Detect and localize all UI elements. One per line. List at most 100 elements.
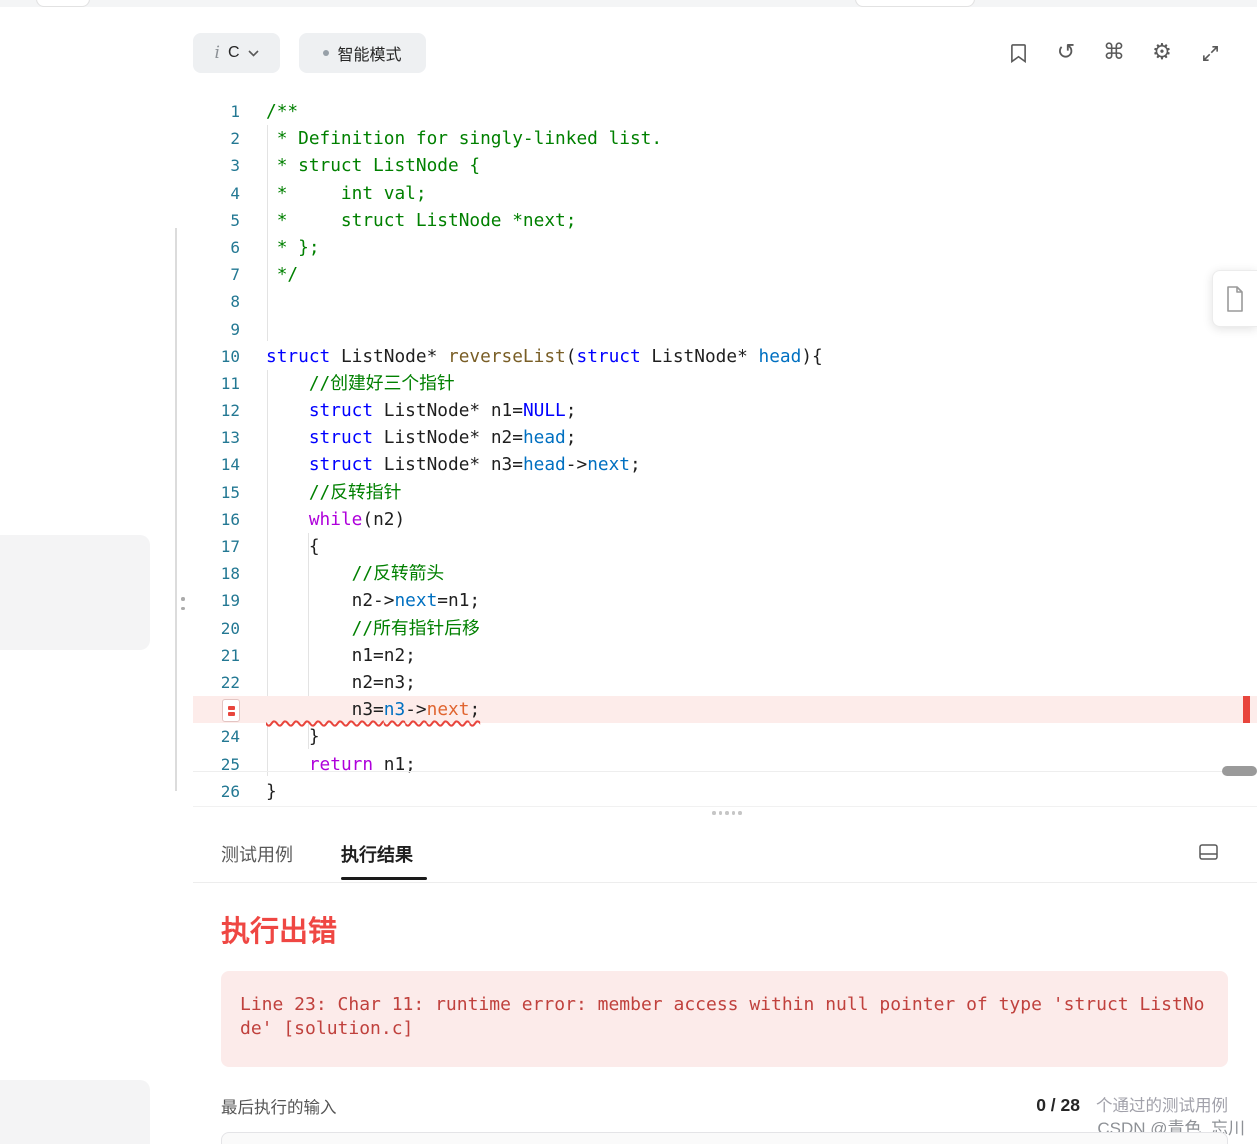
line-number: 7 (230, 265, 240, 285)
code-line-21[interactable]: 21 n1=n2; (193, 642, 1257, 669)
horizontal-scrollbar-thumb[interactable] (1222, 766, 1257, 776)
line-number: 5 (230, 210, 240, 230)
code-line-13[interactable]: 13 struct ListNode* n2=head; (193, 424, 1257, 451)
error-gutter-badge (193, 696, 240, 723)
code-editor[interactable]: 1 /** 2 * Definition for singly-linked lis… (193, 90, 1257, 806)
code-line-14[interactable]: 14 struct ListNode* n3=head->next; (193, 451, 1257, 478)
code-line-26[interactable]: 26} (193, 778, 1257, 805)
scrollbar-track-line (193, 771, 1257, 772)
code-text: { (266, 536, 320, 557)
code-line-7[interactable]: 7 */ (193, 261, 1257, 288)
line-number: 22 (220, 672, 240, 692)
code-line-22[interactable]: 22 n2=n3; (193, 669, 1257, 696)
code-line-4[interactable]: 4 * int val; (193, 180, 1257, 207)
code-line-2[interactable]: 2 * Definition for singly-linked list. (193, 125, 1257, 152)
code-line-6[interactable]: 6 * }; (193, 234, 1257, 261)
top-strip (0, 0, 1257, 7)
code-text: struct ListNode* n3=head->next; (308, 454, 641, 476)
code-line-15[interactable]: 15 //反转指针 (193, 479, 1257, 506)
code-line-10[interactable]: 10 struct ListNode* reverseList(struct Li… (193, 343, 1257, 370)
code-line-17[interactable]: 17 { (193, 533, 1257, 560)
last-input-label: 最后执行的输入 (221, 1099, 337, 1117)
code-text: return n1; (308, 753, 416, 775)
line-number: 1 (230, 102, 240, 121)
code-line-11[interactable]: 11 //创建好三个指针 (193, 370, 1257, 397)
tab-run-result[interactable]: 执行结果 (341, 841, 413, 867)
smart-mode-button[interactable]: 智能模式 (299, 33, 426, 73)
code-text: struct ListNode* reverseList(struct List… (266, 345, 823, 367)
line-number: 24 (220, 727, 240, 747)
file-panel-button[interactable] (1212, 270, 1257, 327)
code-text: */ (266, 264, 299, 286)
line-number: 14 (220, 455, 240, 475)
code-text: n3=n3->next; (266, 699, 481, 721)
overview-ruler-error-marker (1243, 696, 1250, 723)
code-text: * struct ListNode *next; (266, 209, 577, 231)
code-line-9[interactable]: 9 (193, 316, 1257, 343)
code-lines[interactable]: 1 /** 2 * Definition for singly-linked lis… (193, 90, 1257, 805)
line-number: 21 (220, 645, 240, 665)
code-line-3[interactable]: 3 * struct ListNode { (193, 152, 1257, 179)
code-text: * struct ListNode { (266, 155, 481, 177)
code-line-24[interactable]: 24 } (193, 723, 1257, 750)
code-line-12[interactable]: 12 struct ListNode* n1=NULL; (193, 397, 1257, 424)
code-text: * int val; (266, 182, 427, 204)
left-panel-fragment (0, 1080, 150, 1144)
active-tab-underline (341, 877, 427, 880)
line-number: 20 (220, 618, 240, 638)
line-number: 16 (220, 509, 240, 529)
code-line-8[interactable]: 8 (193, 288, 1257, 315)
code-text: //所有指针后移 (351, 617, 480, 639)
code-line-23[interactable]: n3=n3->next; (193, 696, 1257, 724)
line-number: 26 (220, 781, 240, 801)
shortcuts-icon[interactable]: ⌘ (1103, 41, 1125, 65)
code-line-16[interactable]: 16 while(n2) (193, 506, 1257, 533)
mode-status-dot (323, 50, 330, 56)
passed-count-suffix: 个通过的测试用例 (1096, 1097, 1228, 1115)
line-number: 4 (230, 183, 240, 203)
line-number: 25 (220, 754, 240, 774)
editor-toolbar-icons: ↺ ⌘ ⚙ (1008, 33, 1220, 73)
reset-code-icon[interactable]: ↺ (1056, 41, 1076, 65)
language-selector[interactable]: i C (193, 33, 280, 73)
collapse-panel-icon[interactable] (1199, 844, 1218, 865)
line-number: 10 (220, 346, 240, 366)
splitter-handle-icon[interactable] (181, 597, 185, 610)
line-number: 8 (230, 292, 240, 312)
input-box-fragment[interactable] (221, 1132, 1228, 1144)
code-line-20[interactable]: 20 //所有指针后移 (193, 615, 1257, 642)
line-number: 2 (230, 129, 240, 149)
code-text: struct ListNode* n1=NULL; (308, 400, 577, 422)
line-number: 3 (230, 156, 240, 176)
splitter-handle-icon[interactable] (712, 811, 742, 815)
code-line-19[interactable]: 19 n2->next=n1; (193, 587, 1257, 614)
code-line-25[interactable]: 25 return n1; (193, 751, 1257, 778)
clipped-button-fragment-right (855, 0, 975, 7)
line-number: 18 (220, 564, 240, 584)
testcase-pass-summary: 0 / 28 个通过的测试用例 (1036, 1092, 1228, 1116)
line-number: 6 (230, 237, 240, 257)
language-label: C (227, 44, 240, 61)
document-icon (1227, 285, 1243, 312)
code-text: //创建好三个指针 (308, 372, 455, 394)
runtime-error-message: Line 23: Char 11: runtime error: member … (240, 994, 1205, 1039)
code-line-18[interactable]: 18 //反转箭头 (193, 560, 1257, 587)
runtime-error-box: Line 23: Char 11: runtime error: member … (221, 971, 1228, 1067)
line-number: 9 (230, 319, 240, 339)
editor-console-divider (193, 806, 1257, 807)
code-text: * }; (266, 236, 320, 258)
code-text: * Definition for singly-linked list. (266, 128, 663, 150)
fullscreen-icon[interactable] (1200, 41, 1220, 65)
line-number: 11 (220, 373, 240, 393)
code-line-5[interactable]: 5 * struct ListNode *next; (193, 207, 1257, 234)
code-text: } (266, 726, 320, 748)
run-status-title: 执行出错 (221, 916, 338, 948)
code-line-1[interactable]: 1 /** (193, 98, 1257, 125)
chevron-down-icon (247, 49, 259, 57)
panel-splitter-vertical[interactable] (175, 228, 177, 791)
bookmark-icon[interactable] (1008, 41, 1028, 65)
settings-gear-icon[interactable]: ⚙ (1152, 41, 1172, 65)
tab-testcase[interactable]: 测试用例 (221, 841, 293, 867)
tabs-divider (193, 882, 1257, 883)
line-number: 19 (220, 591, 240, 611)
